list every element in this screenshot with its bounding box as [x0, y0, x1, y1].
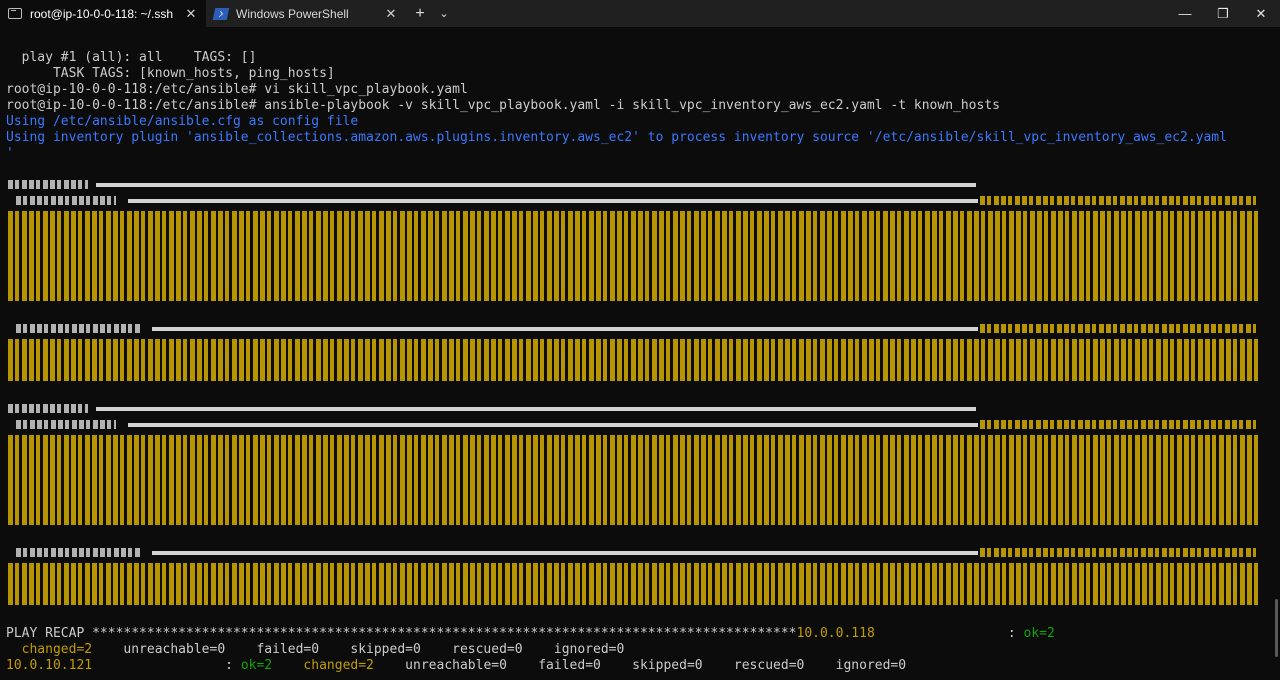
terminal-line: TASK TAGS: [known_hosts, ping_hosts] — [6, 66, 335, 81]
recap-counts: unreachable=0 failed=0 skipped=0 rescued… — [92, 642, 625, 657]
redacted-output — [8, 339, 1258, 381]
recap-separator: : — [92, 658, 241, 673]
terminal-line: ' — [6, 146, 14, 161]
tab-bar: root@ip-10-0-0-118: ~/.ssh ✕ Windows Pow… — [0, 0, 1280, 27]
play-recap-line: 10.0.10.121 : ok=2 changed=2 unreachable… — [6, 658, 906, 674]
terminal-line: Using inventory plugin 'ansible_collecti… — [6, 130, 1227, 145]
redacted-separator — [96, 407, 976, 411]
play-recap-line: PLAY RECAP *****************************… — [6, 626, 1055, 642]
redacted-text — [980, 324, 1256, 333]
redacted-separator — [96, 183, 976, 187]
minimize-button[interactable]: — — [1166, 0, 1204, 27]
close-tab-powershell-icon[interactable]: ✕ — [384, 6, 398, 22]
powershell-icon — [212, 7, 230, 20]
new-tab-button[interactable]: + — [406, 5, 434, 23]
redacted-text — [16, 420, 116, 429]
recap-counts: unreachable=0 failed=0 skipped=0 rescued… — [373, 658, 907, 673]
terminal-line: Using /etc/ansible/ansible.cfg as config… — [6, 114, 359, 129]
redacted-output — [8, 211, 1258, 301]
play-recap-header: PLAY RECAP *****************************… — [6, 626, 797, 641]
recap-changed: changed=2 — [272, 658, 374, 673]
close-window-button[interactable]: ✕ — [1242, 0, 1280, 27]
scrollbar[interactable] — [1275, 599, 1278, 657]
redacted-separator — [128, 423, 978, 427]
recap-host: 10.0.10.121 — [6, 658, 93, 673]
maximize-button[interactable]: ❐ — [1204, 0, 1242, 27]
redacted-separator — [152, 327, 978, 331]
terminal-line: root@ip-10-0-0-118:/etc/ansible# ansible… — [6, 98, 1000, 113]
recap-separator: : — [874, 626, 1024, 641]
terminal-line: root@ip-10-0-0-118:/etc/ansible# vi skil… — [6, 82, 468, 97]
redacted-output — [8, 563, 1258, 605]
recap-changed: changed=2 — [6, 642, 93, 657]
terminal-line: play #1 (all): all TAGS: [] — [6, 50, 257, 65]
redacted-text — [8, 404, 88, 413]
tab-powershell-title: Windows PowerShell — [236, 6, 349, 21]
redacted-text — [980, 196, 1256, 205]
redacted-text — [16, 196, 116, 205]
close-tab-ssh-icon[interactable]: ✕ — [184, 6, 198, 22]
redacted-text — [980, 420, 1256, 429]
tab-powershell[interactable]: Windows PowerShell ✕ — [206, 0, 406, 27]
redacted-separator — [152, 551, 978, 555]
recap-host: 10.0.0.118 — [796, 626, 875, 641]
redacted-text — [980, 548, 1256, 557]
redacted-text — [8, 180, 88, 189]
recap-ok: ok=2 — [240, 658, 273, 673]
tab-dropdown-button[interactable]: ⌄ — [434, 7, 454, 20]
tab-ssh[interactable]: root@ip-10-0-0-118: ~/.ssh ✕ — [0, 0, 206, 27]
recap-ok: ok=2 — [1023, 626, 1055, 641]
redacted-text — [16, 324, 141, 333]
tab-ssh-title: root@ip-10-0-0-118: ~/.ssh — [30, 6, 174, 21]
redacted-output — [8, 435, 1258, 525]
play-recap-line: changed=2 unreachable=0 failed=0 skipped… — [6, 642, 625, 658]
terminal-area[interactable]: play #1 (all): all TAGS: [] TASK TAGS: [… — [0, 27, 1280, 680]
redacted-separator — [128, 199, 978, 203]
terminal-icon — [8, 8, 22, 19]
redacted-text — [16, 548, 141, 557]
